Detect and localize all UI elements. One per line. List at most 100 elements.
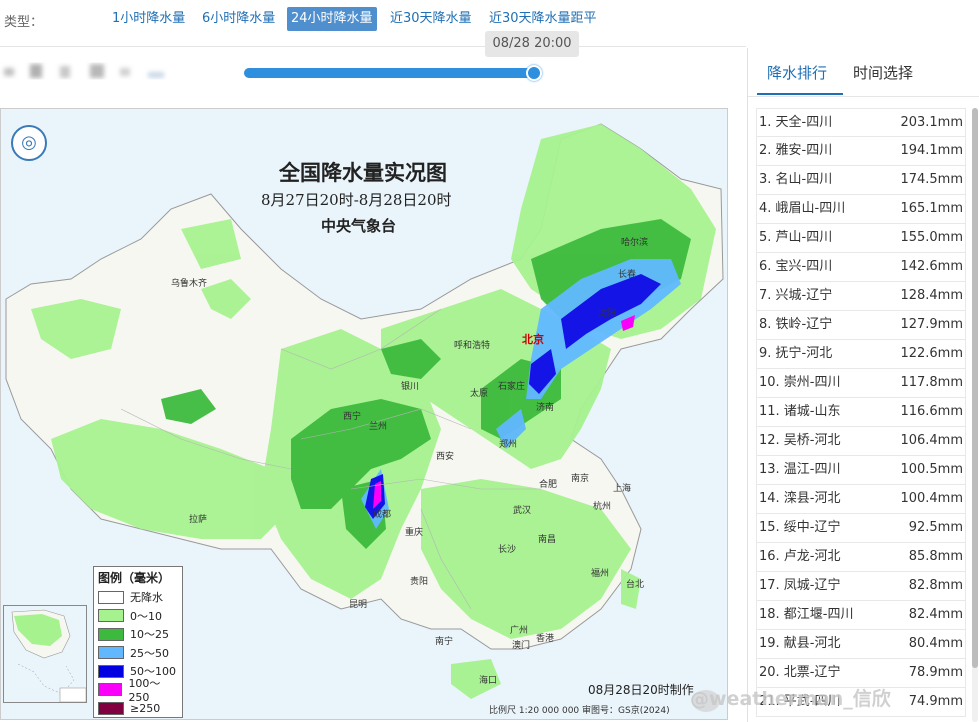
city-label: 香港 xyxy=(536,634,555,644)
time-tooltip: 08/28 20:00 xyxy=(485,31,579,57)
rank-value: 194.1mm xyxy=(900,143,963,158)
city-label: 兰州 xyxy=(369,422,388,432)
rank-row[interactable]: 4. 峨眉山-四川 165.1mm xyxy=(756,195,966,224)
rank-row[interactable]: 16. 卢龙-河北 85.8mm xyxy=(756,543,966,572)
rank-row[interactable]: 2. 雅安-四川 194.1mm xyxy=(756,137,966,166)
city-label: 南昌 xyxy=(538,535,557,545)
city-label: 太原 xyxy=(470,389,489,399)
type-option-24h[interactable]: 24小时降水量 xyxy=(287,7,377,31)
rank-row[interactable]: 8. 铁岭-辽宁 127.9mm xyxy=(756,311,966,340)
rank-row[interactable]: 3. 名山-四川 174.5mm xyxy=(756,166,966,195)
legend-swatch xyxy=(98,701,124,715)
rank-station-name: 1. 天全-四川 xyxy=(759,115,833,130)
rank-row[interactable]: 19. 献县-河北 80.4mm xyxy=(756,630,966,659)
type-label: 类型： xyxy=(4,15,44,30)
city-label: 南京 xyxy=(571,474,590,484)
city-label: 南宁 xyxy=(435,637,454,647)
made-time: 08月28日20时制作 xyxy=(588,683,694,697)
rank-row[interactable]: 9. 抚宁-河北 122.6mm xyxy=(756,340,966,369)
rank-station-name: 18. 都江堰-四川 xyxy=(759,607,854,622)
rank-value: 203.1mm xyxy=(900,115,963,130)
rank-value: 116.6mm xyxy=(900,404,963,419)
city-label: 石家庄 xyxy=(498,382,526,392)
rank-value: 82.4mm xyxy=(908,607,963,622)
city-label: 武汉 xyxy=(513,506,532,516)
tab-rank[interactable]: 降水排行 xyxy=(767,62,827,83)
rank-station-name: 15. 绥中-辽宁 xyxy=(759,520,841,535)
rank-value: 74.9mm xyxy=(908,694,963,709)
rank-row[interactable]: 15. 绥中-辽宁 92.5mm xyxy=(756,514,966,543)
divider xyxy=(748,96,979,97)
city-label: 银川 xyxy=(401,382,420,392)
rank-station-name: 12. 吴桥-河北 xyxy=(759,433,841,448)
city-label: 昆明 xyxy=(349,600,368,610)
city-label: 济南 xyxy=(536,403,555,413)
time-slider-handle[interactable] xyxy=(526,65,542,81)
scrollbar-thumb[interactable] xyxy=(972,108,978,668)
rank-station-name: 13. 温江-四川 xyxy=(759,462,841,477)
rank-row[interactable]: 7. 兴城-辽宁 128.4mm xyxy=(756,282,966,311)
rank-value: 100.5mm xyxy=(900,462,963,477)
scale-note: 比例尺 1:20 000 000 审图号：GS京(2024) xyxy=(489,706,670,716)
map-issuer: 中央气象台 xyxy=(321,217,397,235)
city-label: 乌鲁木齐 xyxy=(171,279,208,289)
rank-station-name: 10. 崇州-四川 xyxy=(759,375,841,390)
legend-swatch xyxy=(98,590,124,604)
legend-swatch xyxy=(98,646,124,660)
type-option-6h[interactable]: 6小时降水量 xyxy=(198,7,279,31)
rank-station-name: 9. 抚宁-河北 xyxy=(759,346,833,361)
rank-value: 92.5mm xyxy=(908,520,963,535)
rank-station-name: 20. 北票-辽宁 xyxy=(759,665,841,680)
city-label: 西宁 xyxy=(343,412,362,422)
time-slider[interactable] xyxy=(244,65,542,81)
active-tab-indicator xyxy=(757,93,843,95)
rank-row[interactable]: 12. 吴桥-河北 106.4mm xyxy=(756,427,966,456)
rank-value: 117.8mm xyxy=(900,375,963,390)
precipitation-map: ◎ 全国降水量实况图 8月27日20时-8月28日20时 中央气象台 北京 哈尔… xyxy=(0,108,728,720)
city-label: 哈尔滨 xyxy=(621,238,649,248)
rank-row[interactable]: 17. 凤城-辽宁 82.8mm xyxy=(756,572,966,601)
city-label: 合肥 xyxy=(539,480,558,490)
rank-station-name: 17. 凤城-辽宁 xyxy=(759,578,841,593)
legend-title: 图例（毫米） xyxy=(98,571,171,585)
type-option-30d[interactable]: 近30天降水量 xyxy=(386,7,476,31)
rank-station-name: 7. 兴城-辽宁 xyxy=(759,288,833,303)
legend-label: 100～250 xyxy=(128,677,161,705)
legend-item: 100～250 xyxy=(98,677,178,704)
rank-station-name: 6. 宝兴-四川 xyxy=(759,259,833,274)
legend-label: 25～50 xyxy=(130,646,169,660)
rank-row[interactable]: 6. 宝兴-四川 142.6mm xyxy=(756,253,966,282)
city-label: 澳门 xyxy=(512,641,531,651)
rank-row[interactable]: 10. 崇州-四川 117.8mm xyxy=(756,369,966,398)
rank-value: 128.4mm xyxy=(900,288,963,303)
type-option-1h[interactable]: 1小时降水量 xyxy=(108,7,189,31)
tab-time-select[interactable]: 时间选择 xyxy=(853,62,913,83)
city-label: 福州 xyxy=(591,569,610,579)
rank-row[interactable]: 14. 滦县-河北 100.4mm xyxy=(756,485,966,514)
scrollbar[interactable] xyxy=(972,108,978,722)
watermark: @weatherman_信欣 xyxy=(690,688,891,710)
legend-item: 25～50 xyxy=(98,644,178,663)
legend-swatch xyxy=(98,683,123,697)
rank-row[interactable]: 5. 芦山-四川 155.0mm xyxy=(756,224,966,253)
city-label: 郑州 xyxy=(499,440,518,450)
map-time-range: 8月27日20时-8月28日20时 xyxy=(261,191,452,209)
rank-value: 127.9mm xyxy=(900,317,963,332)
rank-row[interactable]: 1. 天全-四川 203.1mm xyxy=(756,108,966,137)
blurred-region xyxy=(4,64,164,78)
legend-item: 0～10 xyxy=(98,607,178,626)
city-label: 西安 xyxy=(436,452,455,462)
rank-station-name: 4. 峨眉山-四川 xyxy=(759,201,846,216)
city-label: 台北 xyxy=(626,580,645,590)
divider xyxy=(0,46,746,47)
city-label: 重庆 xyxy=(405,528,424,538)
legend-label: ≥250 xyxy=(130,701,161,715)
type-option-30d-anomaly[interactable]: 近30天降水量距平 xyxy=(485,7,601,31)
south-china-sea-inset xyxy=(3,605,87,703)
time-slider-fill xyxy=(244,68,534,78)
rank-row[interactable]: 13. 温江-四川 100.5mm xyxy=(756,456,966,485)
rank-row[interactable]: 18. 都江堰-四川 82.4mm xyxy=(756,601,966,630)
cma-logo: ◎ xyxy=(11,125,47,161)
side-panel: 降水排行 时间选择 1. 天全-四川 203.1mm 2. 雅安-四川 194.1mm… xyxy=(747,48,979,722)
rank-row[interactable]: 11. 诸城-山东 116.6mm xyxy=(756,398,966,427)
